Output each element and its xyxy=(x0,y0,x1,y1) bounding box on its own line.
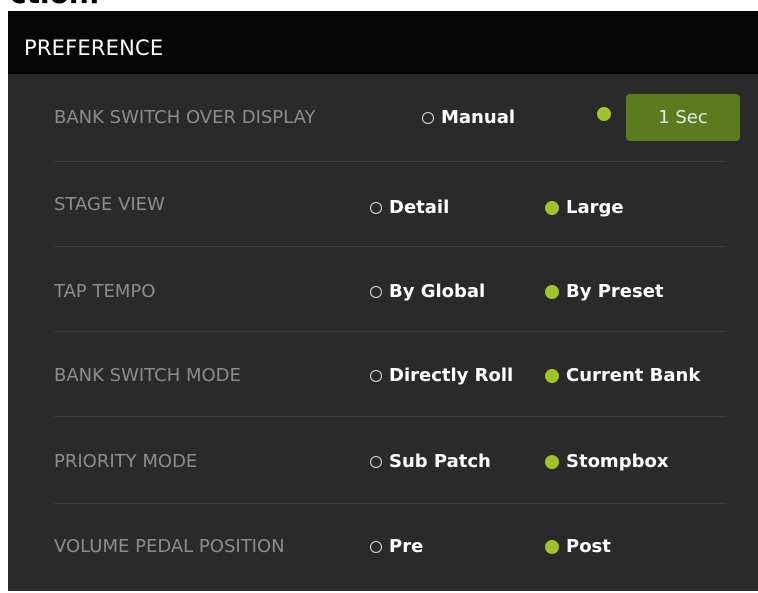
bank-switch-over-display-label: BANK SWITCH OVER DISPLAY xyxy=(54,107,316,128)
option-label: Stompbox xyxy=(566,451,669,472)
radio-selected-icon xyxy=(545,285,559,299)
tap-tempo-by-global-option[interactable]: By Global xyxy=(370,281,485,303)
bank-switch-mode-label: BANK SWITCH MODE xyxy=(54,365,241,386)
volume-pedal-position-pre-option[interactable]: Pre xyxy=(370,536,423,558)
stage-view-detail-option[interactable]: Detail xyxy=(370,197,449,219)
stage-view-label: STAGE VIEW xyxy=(54,194,165,215)
bank-switch-over-display-manual-option[interactable]: Manual xyxy=(422,107,515,129)
radio-selected-icon xyxy=(545,540,559,554)
panel-title: PREFERENCE xyxy=(24,36,164,60)
radio-selected-icon xyxy=(545,455,559,469)
bank-switch-mode-current-bank-option[interactable]: Current Bank xyxy=(545,365,700,387)
cut-off-heading-text: ction: xyxy=(10,0,100,8)
tap-tempo-label: TAP TEMPO xyxy=(54,281,156,302)
panel-header: PREFERENCE xyxy=(8,11,758,74)
stage-view-large-option[interactable]: Large xyxy=(545,197,624,219)
option-label: By Global xyxy=(389,281,486,302)
priority-mode-sub-patch-option[interactable]: Sub Patch xyxy=(370,451,491,473)
radio-selected-icon xyxy=(597,107,611,121)
radio-selected-icon xyxy=(545,369,559,383)
volume-pedal-position-post-option[interactable]: Post xyxy=(545,536,611,558)
option-label: Current Bank xyxy=(566,365,701,386)
radio-off-icon xyxy=(370,541,382,553)
radio-off-icon xyxy=(370,202,382,214)
option-label: Manual xyxy=(441,107,516,128)
radio-off-icon xyxy=(370,456,382,468)
volume-pedal-position-label: VOLUME PEDAL POSITION xyxy=(54,536,285,557)
radio-off-icon xyxy=(370,370,382,382)
row-divider xyxy=(54,331,726,332)
row-divider xyxy=(54,161,726,162)
bank-switch-mode-directly-roll-option[interactable]: Directly Roll xyxy=(370,365,513,387)
priority-mode-stompbox-option[interactable]: Stompbox xyxy=(545,451,668,473)
radio-selected-icon xyxy=(545,201,559,215)
row-divider xyxy=(54,246,726,247)
option-label: By Preset xyxy=(566,281,664,302)
radio-off-icon xyxy=(370,286,382,298)
option-label: Post xyxy=(566,536,611,557)
option-label: Directly Roll xyxy=(389,365,514,386)
option-label: Pre xyxy=(389,536,424,557)
row-divider xyxy=(54,416,726,417)
preference-panel: PREFERENCE BANK SWITCH OVER DISPLAY Manu… xyxy=(8,11,758,591)
option-label: Sub Patch xyxy=(389,451,491,472)
row-divider xyxy=(54,503,726,504)
option-label: Large xyxy=(566,197,624,218)
bank-switch-over-display-timed-option[interactable] xyxy=(597,107,618,121)
tap-tempo-by-preset-option[interactable]: By Preset xyxy=(545,281,664,303)
priority-mode-label: PRIORITY MODE xyxy=(54,451,198,472)
option-label: Detail xyxy=(389,197,450,218)
radio-off-icon xyxy=(422,112,434,124)
one-sec-button[interactable]: 1 Sec xyxy=(626,94,740,141)
